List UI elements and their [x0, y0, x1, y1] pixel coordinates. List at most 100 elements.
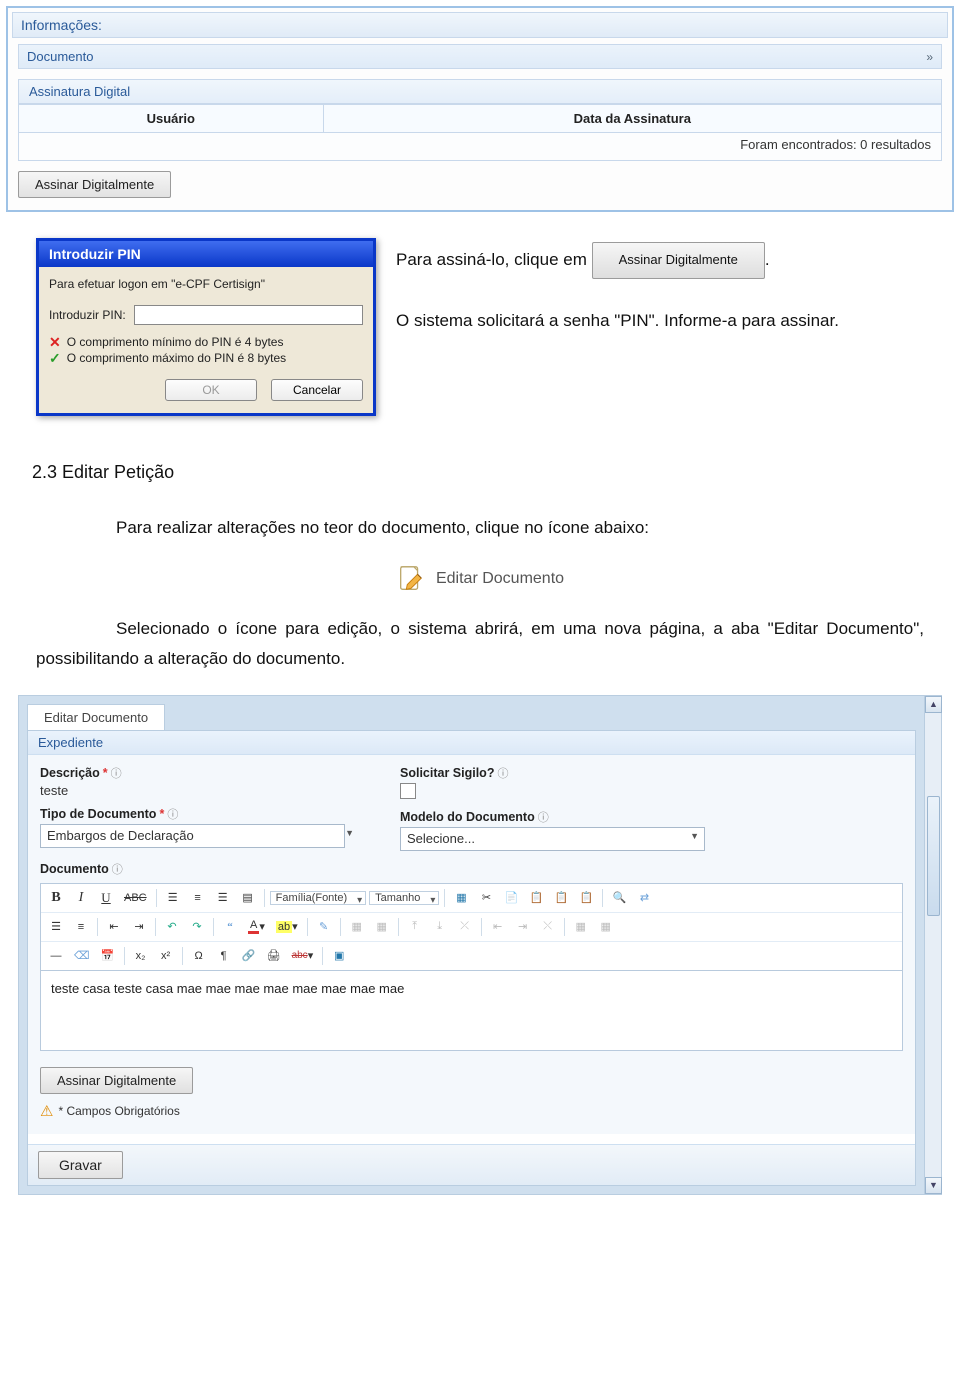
val-descricao: teste [40, 783, 360, 798]
ul-button[interactable]: ☰ [45, 916, 67, 938]
paragraph-button[interactable]: ¶ [213, 945, 235, 967]
lbl-descricao: Descrição*ⓘ [40, 765, 360, 781]
pin-input[interactable] [134, 305, 363, 325]
results-count: Foram encontrados: 0 resultados [18, 133, 942, 161]
edit-document-button[interactable]: Editar Documento [6, 564, 954, 594]
find-button[interactable]: 🔍 [608, 887, 630, 909]
required-fields-note: ⚠ * Campos Obrigatórios [40, 1102, 903, 1120]
align-right-button[interactable]: ☰ [212, 887, 234, 909]
pin-prompt: Para efetuar logon em "e-CPF Certisign" [49, 277, 363, 291]
ol-button[interactable]: ≡ [70, 916, 92, 938]
fullscreen-button[interactable]: ▣ [328, 945, 350, 967]
sign-digitally-button-2[interactable]: Assinar Digitalmente [40, 1067, 193, 1094]
instruction-text: Para assiná-lo, clique em Assinar Digita… [396, 238, 954, 337]
underline-button[interactable]: U [95, 887, 117, 909]
cut-button[interactable]: ✂ [475, 887, 497, 909]
scroll-down-icon[interactable]: ▼ [925, 1177, 942, 1194]
sign-digitally-inline-button[interactable]: Assinar Digitalmente [592, 242, 765, 279]
paste-text-button[interactable]: 📋 [550, 887, 572, 909]
indent-button[interactable]: ⇥ [128, 916, 150, 938]
pin-dialog-title: Introduzir PIN [39, 241, 373, 267]
row-after-button[interactable]: ⤓ [429, 916, 451, 938]
scrollbar[interactable]: ▲ ▼ [924, 696, 941, 1194]
richtext-toolbar: B I U ABC ☰ ≡ ☰ ▤ Família(Fonte) Tamanho [40, 883, 903, 971]
copy-button[interactable]: 📄 [500, 887, 522, 909]
expand-icon[interactable]: » [926, 50, 933, 64]
signature-title: Assinatura Digital [18, 79, 942, 104]
signature-panel: Assinatura Digital Usuário Data da Assin… [18, 79, 942, 161]
expediente-title: Expediente [28, 731, 915, 755]
align-left-button[interactable]: ☰ [162, 887, 184, 909]
lbl-modelo: Modelo do Documentoⓘ [400, 809, 705, 825]
quote-button[interactable]: “ [219, 916, 241, 938]
lbl-sigilo: Solicitar Sigilo?ⓘ [400, 765, 705, 781]
col-delete-button[interactable]: ⤬ [537, 916, 559, 938]
section-p2: Selecionado o ícone para edição, o siste… [36, 614, 924, 675]
outdent-button[interactable]: ⇤ [103, 916, 125, 938]
text-color-button[interactable]: A▾ [244, 916, 269, 938]
col-before-button[interactable]: ⇤ [487, 916, 509, 938]
check-icon: ✓ [49, 351, 61, 365]
highlight-button[interactable]: ab▾ [272, 916, 302, 938]
row-delete-button[interactable]: ⤫ [454, 916, 476, 938]
strike-button[interactable]: ABC [120, 887, 151, 909]
select-all-button[interactable]: ▦ [450, 887, 472, 909]
split-cells-button[interactable]: ▦ [595, 916, 617, 938]
row-before-button[interactable]: ⤒ [404, 916, 426, 938]
bold-button[interactable]: B [45, 887, 67, 909]
spellcheck-button[interactable]: abc▾ [288, 945, 318, 967]
section-p1: Para realizar alterações no teor do docu… [36, 513, 924, 544]
redo-button[interactable]: ↷ [186, 916, 208, 938]
paste-button[interactable]: 📋 [525, 887, 547, 909]
save-button[interactable]: Gravar [38, 1151, 123, 1179]
richtext-content[interactable]: teste casa teste casa mae mae mae mae ma… [40, 971, 903, 1051]
table-btn-2[interactable]: ▦ [371, 916, 393, 938]
doc-label: Documento [27, 49, 93, 64]
pin-cancel-button[interactable]: Cancelar [271, 379, 363, 401]
symbol-button[interactable]: Ω [188, 945, 210, 967]
font-size-select[interactable]: Tamanho [369, 891, 439, 905]
scroll-thumb[interactable] [927, 796, 940, 916]
edit-document-icon [396, 564, 426, 594]
edit-document-label: Editar Documento [436, 570, 564, 588]
th-user: Usuário [19, 105, 324, 133]
tab-edit-document[interactable]: Editar Documento [27, 704, 165, 730]
replace-button[interactable]: ⇄ [633, 887, 655, 909]
merge-cells-button[interactable]: ▦ [570, 916, 592, 938]
hr-button[interactable]: — [45, 945, 67, 967]
warning-icon: ⚠ [40, 1102, 53, 1120]
justify-button[interactable]: ▤ [237, 887, 259, 909]
superscript-button[interactable]: x² [155, 945, 177, 967]
editor-window: ▲ ▼ Editar Documento Expediente Descriçã… [18, 695, 942, 1195]
info-title: Informações: [12, 12, 948, 38]
align-center-button[interactable]: ≡ [187, 887, 209, 909]
signature-table: Usuário Data da Assinatura [18, 104, 942, 133]
link-button[interactable]: 🔗 [238, 945, 260, 967]
select-modelo-documento[interactable] [400, 827, 705, 851]
print-button[interactable]: 🖨 [263, 945, 285, 967]
info-panel: Informações: Documento » Assinatura Digi… [6, 6, 954, 212]
pin-field-label: Introduzir PIN: [49, 308, 126, 322]
pin-rule-max: ✓ O comprimento máximo do PIN é 8 bytes [49, 351, 363, 365]
sign-digitally-button[interactable]: Assinar Digitalmente [18, 171, 171, 198]
font-family-select[interactable]: Família(Fonte) [270, 891, 367, 905]
scroll-up-icon[interactable]: ▲ [925, 696, 942, 713]
error-icon: ✕ [49, 335, 61, 349]
subscript-button[interactable]: x₂ [130, 945, 152, 967]
select-tipo-documento[interactable] [40, 824, 345, 848]
edit-html-button[interactable]: ✎ [313, 916, 335, 938]
lbl-tipo: Tipo de Documento*ⓘ [40, 806, 360, 822]
checkbox-sigilo[interactable] [400, 783, 416, 799]
date-button[interactable]: 📅 [97, 945, 119, 967]
undo-button[interactable]: ↶ [161, 916, 183, 938]
paste-word-button[interactable]: 📋 [575, 887, 597, 909]
col-after-button[interactable]: ⇥ [512, 916, 534, 938]
pin-rule-min: ✕ O comprimento mínimo do PIN é 4 bytes [49, 335, 363, 349]
document-collapsible[interactable]: Documento » [18, 44, 942, 69]
pin-ok-button[interactable]: OK [165, 379, 257, 401]
eraser-button[interactable]: ⌫ [70, 945, 94, 967]
section-heading: 2.3 Editar Petição [32, 462, 954, 483]
italic-button[interactable]: I [70, 887, 92, 909]
pin-dialog: Introduzir PIN Para efetuar logon em "e-… [36, 238, 376, 416]
table-btn-1[interactable]: ▦ [346, 916, 368, 938]
